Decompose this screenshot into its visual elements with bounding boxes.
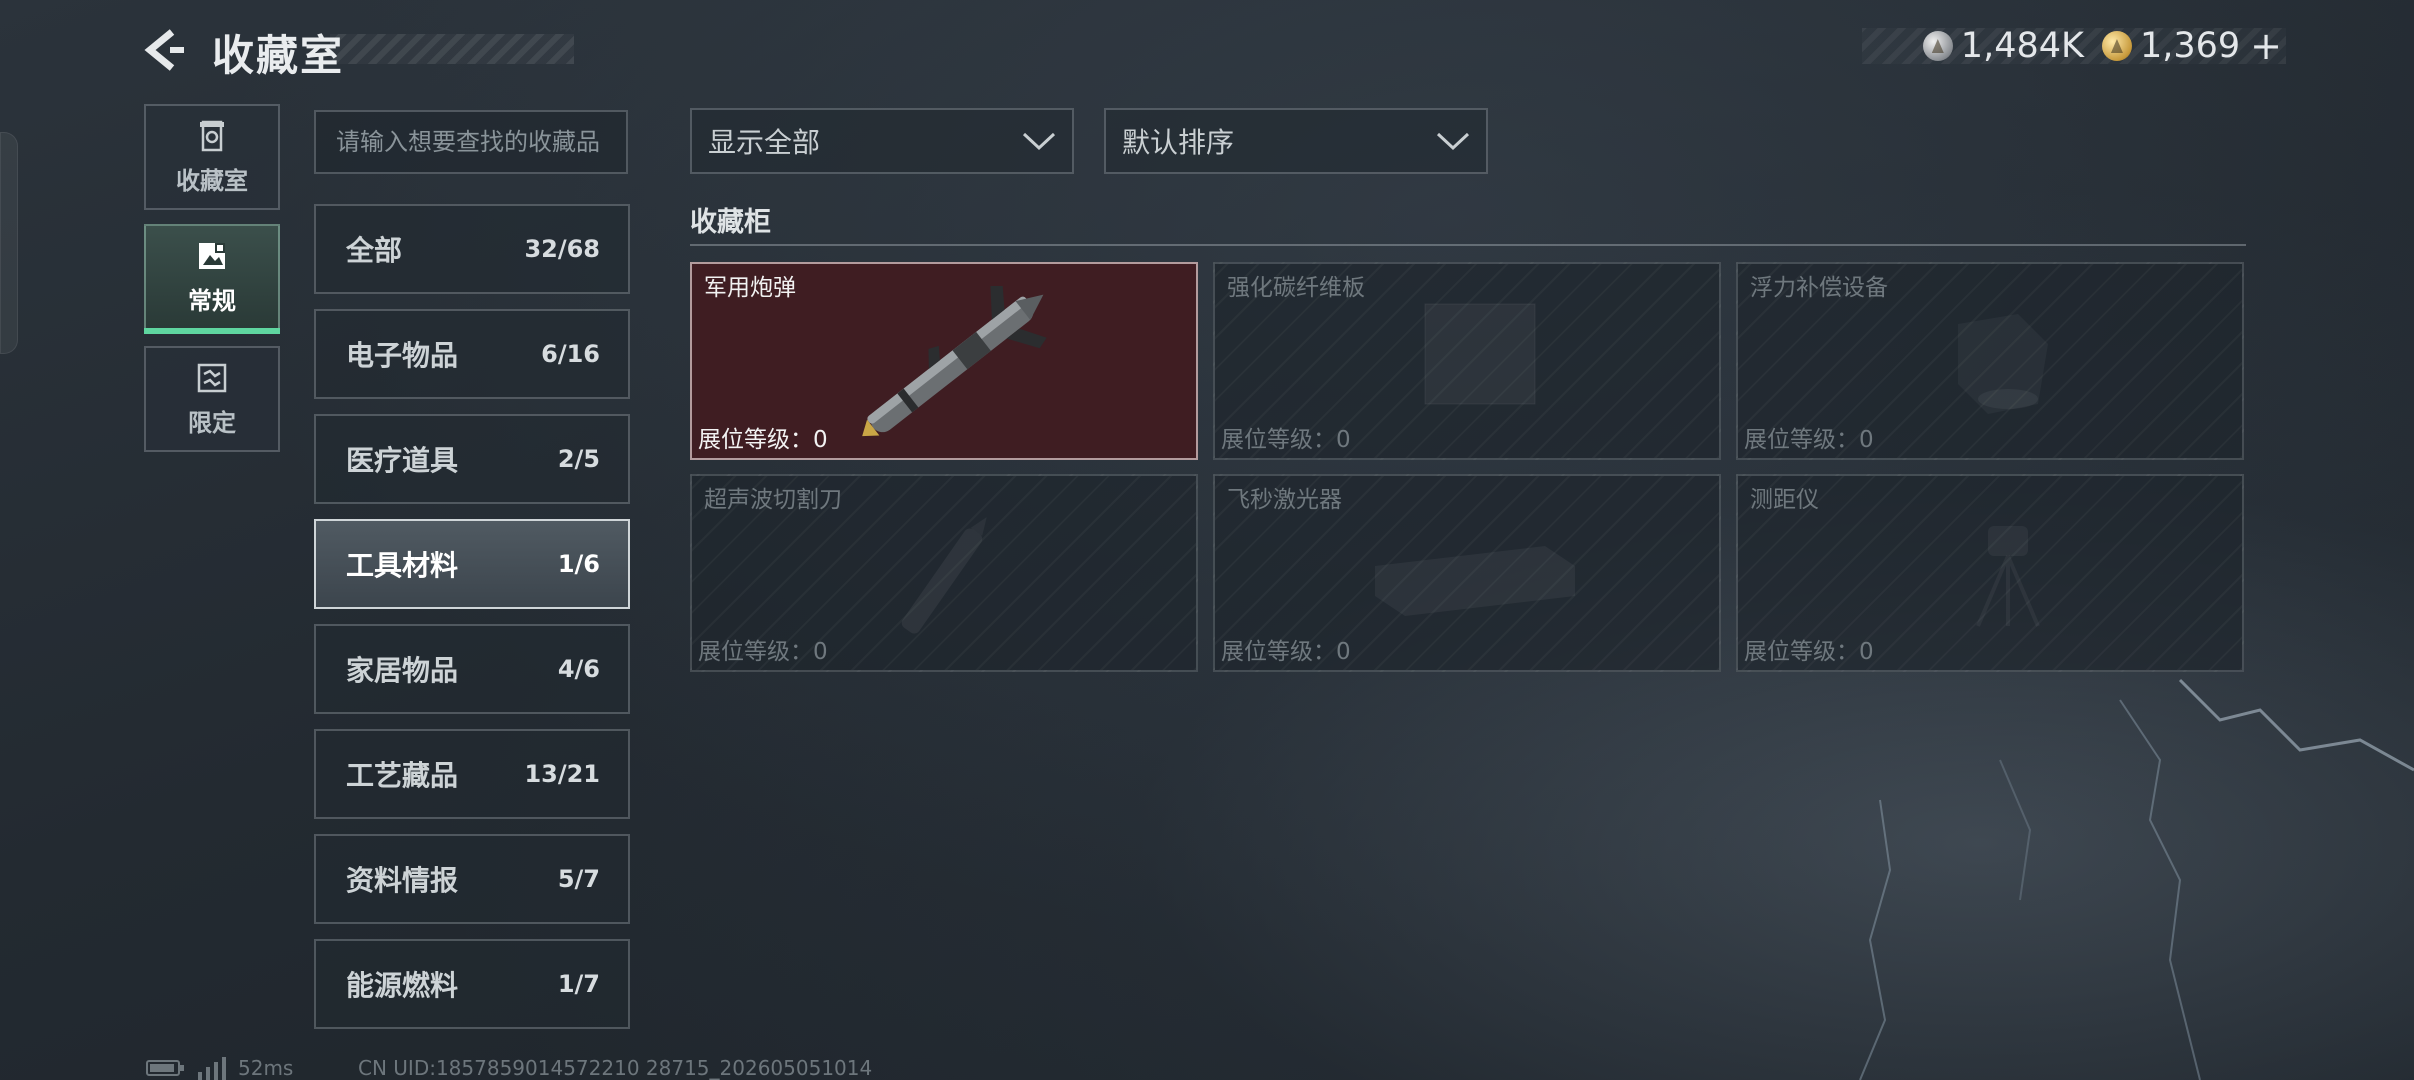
collection-room-icon <box>200 120 224 151</box>
category-name: 工艺藏品 <box>346 759 459 792</box>
sort-value: 默认排序 <box>1122 126 1235 159</box>
gold-currency: 1,369 + <box>2101 24 2282 68</box>
category-item-household[interactable]: 家居物品 4/6 <box>314 624 630 714</box>
ultrasonic-cutter-image <box>901 517 987 634</box>
femtosecond-laser-image <box>1375 546 1575 616</box>
category-name: 能源燃料 <box>346 969 459 1002</box>
carbon-plate-image <box>1424 303 1536 405</box>
category-count: 5/7 <box>557 865 600 893</box>
card-level: 展位等级：0 <box>1744 639 1874 665</box>
chevron-down-icon <box>1022 132 1056 151</box>
add-currency-button[interactable]: + <box>2250 24 2282 68</box>
category-count: 32/68 <box>524 235 600 263</box>
sort-dropdown[interactable]: 默认排序 <box>1104 108 1488 174</box>
section-divider <box>690 244 2246 246</box>
card-item-name: 强化碳纤维板 <box>1227 275 1365 301</box>
category-item-medical[interactable]: 医疗道具 2/5 <box>314 414 630 504</box>
side-tab-label: 收藏室 <box>176 166 248 195</box>
collection-card-femtosecond-laser[interactable]: 飞秒激光器 展位等级：0 <box>1213 474 1721 672</box>
category-name: 家居物品 <box>346 654 459 687</box>
card-item-name: 超声波切割刀 <box>704 487 842 513</box>
collection-card-rangefinder[interactable]: 测距仪 展位等级：0 <box>1736 474 2244 672</box>
card-level: 展位等级：0 <box>698 639 828 665</box>
card-item-name: 军用炮弹 <box>704 275 796 301</box>
display-filter-value: 显示全部 <box>708 126 821 159</box>
battery-icon <box>146 1060 184 1076</box>
currency-bar: 1,484K 1,369 + <box>1862 24 2286 68</box>
collection-card-carbon-plate[interactable]: 强化碳纤维板 展位等级：0 <box>1213 262 1721 460</box>
category-count: 1/7 <box>557 970 600 998</box>
category-name: 全部 <box>346 234 403 267</box>
side-tab-label: 限定 <box>188 408 236 437</box>
side-tab-label: 常规 <box>188 286 236 315</box>
user-uid: CN UID:1857859014572210 28715_2026050510… <box>358 1056 873 1080</box>
category-count: 4/6 <box>557 655 600 683</box>
category-item-energy[interactable]: 能源燃料 1/7 <box>314 939 630 1029</box>
collection-card-ultrasonic-cutter[interactable]: 超声波切割刀 展位等级：0 <box>690 474 1198 672</box>
category-count: 2/5 <box>557 445 600 473</box>
category-item-crafts[interactable]: 工艺藏品 13/21 <box>314 729 630 819</box>
card-level: 展位等级：0 <box>1221 639 1351 665</box>
side-tab-limited[interactable]: 限定 <box>144 346 280 452</box>
category-name: 资料情报 <box>346 864 459 897</box>
silver-coin-icon <box>1922 31 1953 61</box>
limited-icon <box>197 363 227 392</box>
title-decoration-stripe <box>330 34 574 64</box>
search-input[interactable] <box>314 110 628 174</box>
display-filter-dropdown[interactable]: 显示全部 <box>690 108 1074 174</box>
signal-icon <box>198 1057 226 1080</box>
side-tab-collection-room[interactable]: 收藏室 <box>144 104 280 210</box>
military-shell-image <box>862 286 1047 437</box>
status-footer: 52ms <box>146 1056 293 1080</box>
page-title: 收藏室 <box>212 31 345 80</box>
category-item-all[interactable]: 全部 32/68 <box>314 204 630 294</box>
card-level: 展位等级：0 <box>1744 427 1874 453</box>
chevron-down-icon <box>1436 132 1470 151</box>
section-title: 收藏柜 <box>690 207 771 238</box>
category-item-intel[interactable]: 资料情报 5/7 <box>314 834 630 924</box>
category-count: 13/21 <box>524 760 600 788</box>
card-level: 展位等级：0 <box>698 427 828 453</box>
category-count: 1/6 <box>557 550 600 578</box>
ping-value: 52ms <box>238 1056 294 1080</box>
card-item-name: 测距仪 <box>1750 487 1819 513</box>
collection-card-military-shell[interactable]: 军用炮弹 展位等级：0 <box>690 262 1198 460</box>
gold-coin-icon <box>2101 31 2132 61</box>
card-level: 展位等级：0 <box>1221 427 1351 453</box>
category-item-electronics[interactable]: 电子物品 6/16 <box>314 309 630 399</box>
silver-currency-value: 1,484K <box>1960 26 2084 66</box>
category-name: 工具材料 <box>346 549 459 582</box>
category-name: 医疗道具 <box>346 444 459 477</box>
category-item-tools[interactable]: 工具材料 1/6 <box>314 519 630 609</box>
category-name: 电子物品 <box>346 339 459 372</box>
rangefinder-image <box>1976 526 2040 627</box>
card-item-name: 浮力补偿设备 <box>1750 275 1888 301</box>
side-drawer-handle[interactable] <box>0 132 18 354</box>
collection-card-buoyancy-device[interactable]: 浮力补偿设备 展位等级：0 <box>1736 262 2244 460</box>
category-count: 6/16 <box>541 340 600 368</box>
back-arrow-icon[interactable] <box>142 28 186 72</box>
side-tab-regular[interactable]: 常规 <box>144 224 280 334</box>
background-crack-decoration <box>1859 678 2414 1080</box>
buoyancy-device-image <box>1958 314 2048 414</box>
regular-icon <box>199 242 225 269</box>
card-item-name: 飞秒激光器 <box>1227 487 1342 513</box>
gold-currency-value: 1,369 <box>2139 26 2241 66</box>
silver-currency: 1,484K <box>1922 26 2084 66</box>
